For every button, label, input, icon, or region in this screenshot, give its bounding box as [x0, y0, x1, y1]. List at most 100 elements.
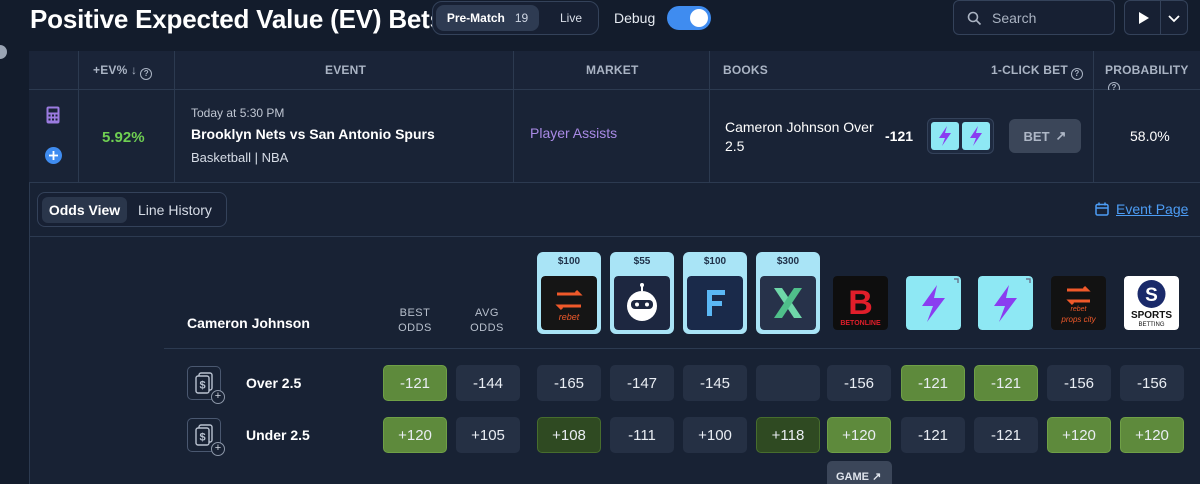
detail-tabs: Odds View Line History — [37, 192, 227, 227]
sidebar-collapse-handle[interactable] — [0, 45, 7, 59]
svg-text:rebet: rebet — [559, 312, 580, 322]
book-rebet[interactable]: $100 rebet — [537, 252, 601, 334]
calendar-icon — [1095, 202, 1109, 216]
svg-text:$: $ — [199, 432, 205, 444]
book-logos[interactable] — [927, 118, 994, 154]
header-event: EVENT — [325, 63, 367, 77]
book-odds-cell[interactable]: +120 — [827, 417, 891, 453]
book-odds-cell[interactable]: +118 — [756, 417, 820, 453]
book-odds-cell[interactable]: -121 — [901, 417, 965, 453]
header-market: MARKET — [586, 63, 639, 77]
rebet-logo-icon: rebet — [541, 276, 597, 330]
book-odds-cell[interactable]: -145 — [683, 365, 747, 401]
play-divider — [1160, 1, 1161, 34]
market-name: Player Assists — [530, 125, 618, 141]
help-icon[interactable]: ? — [1070, 68, 1083, 80]
svg-text:$: $ — [199, 380, 205, 392]
bet-slip-icon[interactable]: $ + — [187, 366, 225, 404]
propscity-logo-icon[interactable]: rebet props city — [1051, 276, 1106, 330]
book-odds-cell[interactable]: -121 — [901, 365, 965, 401]
page-title: Positive Expected Value (EV) Bets — [30, 4, 444, 34]
header-ev[interactable]: +EV% ↓? — [93, 63, 153, 80]
book-odds-cell[interactable]: -121 — [974, 417, 1038, 453]
lightning-book-logo-icon[interactable] — [906, 276, 961, 330]
search-icon — [967, 11, 982, 26]
match-type-segment: Pre-Match 19 Live — [432, 1, 599, 35]
books-odds: -121 — [885, 128, 914, 144]
game-button[interactable]: GAME ↗ — [827, 461, 892, 484]
book-fliff[interactable]: $100 — [683, 252, 747, 334]
svg-text:B: B — [848, 284, 873, 322]
best-odds-cell[interactable]: +120 — [383, 417, 447, 453]
one-click-bet-button[interactable]: BET ↗ — [1009, 119, 1081, 153]
svg-text:rebet: rebet — [1071, 306, 1088, 313]
tab-line-history[interactable]: Line History — [138, 202, 212, 218]
book-odds-cell[interactable]: +120 — [1120, 417, 1184, 453]
books-line: Cameron Johnson Over 2.5 — [725, 119, 874, 154]
bet-slip-icon[interactable]: $ + — [187, 418, 225, 456]
svg-text:S: S — [1145, 285, 1158, 306]
book-odds-cell[interactable]: -147 — [610, 365, 674, 401]
book-robot[interactable]: $55 — [610, 252, 674, 334]
book-odds-cell[interactable]: -111 — [610, 417, 674, 453]
dollar-icon: $ — [195, 424, 213, 446]
book-odds-cell[interactable]: +108 — [537, 417, 601, 453]
avg-odds-cell: +105 — [456, 417, 520, 453]
play-icon — [1139, 12, 1149, 24]
external-link-icon: ↗ — [1055, 128, 1067, 143]
segment-pre-match-count: 19 — [514, 11, 529, 25]
book-odds-cell[interactable]: -165 — [537, 365, 601, 401]
event-time: Today at 5:30 PM — [191, 106, 285, 120]
segment-pre-match-label: Pre-Match — [446, 11, 505, 25]
book-odds-cell[interactable] — [756, 365, 820, 401]
event-page-link[interactable]: Event Page — [1116, 201, 1188, 217]
svg-text:SPORTS: SPORTS — [1131, 310, 1172, 321]
betonline-logo-icon[interactable]: BBETONLINE — [833, 276, 888, 330]
dollar-icon: $ — [195, 372, 213, 394]
lightning-book-icon — [962, 122, 990, 150]
debug-label: Debug — [614, 10, 656, 26]
ev-value: 5.92% — [102, 129, 145, 146]
search-input[interactable]: Search — [953, 0, 1115, 35]
external-link-icon: ↗ — [872, 471, 882, 483]
book-odds-cell[interactable]: -156 — [1120, 365, 1184, 401]
table-header: +EV% ↓? EVENT MARKET BOOKS 1-CLICK BET? … — [29, 51, 1200, 94]
segment-live[interactable]: Live — [560, 11, 582, 25]
svg-text:BETTING: BETTING — [1138, 322, 1164, 328]
x-book-logo-icon — [760, 276, 816, 330]
event-league: Basketball | NBA — [191, 150, 289, 165]
svg-text:props city: props city — [1060, 315, 1096, 324]
book-odds-cell[interactable]: +120 — [1047, 417, 1111, 453]
event-name[interactable]: Brooklyn Nets vs San Antonio Spurs — [191, 126, 435, 142]
best-odds-header: BEST ODDS — [398, 307, 432, 334]
toggle-knob — [690, 9, 708, 27]
tab-odds-view[interactable]: Odds View — [42, 197, 127, 223]
lightning-book-logo-icon[interactable] — [978, 276, 1033, 330]
fliff-logo-icon — [687, 276, 743, 330]
chevron-down-icon[interactable] — [1168, 15, 1180, 23]
book-odds-cell[interactable]: -121 — [974, 365, 1038, 401]
add-circle-icon[interactable] — [45, 147, 62, 164]
book-odds-cell[interactable]: +100 — [683, 417, 747, 453]
calculator-icon[interactable] — [46, 106, 60, 124]
book-x[interactable]: $300 — [756, 252, 820, 334]
segment-pre-match[interactable]: Pre-Match 19 — [436, 5, 539, 31]
line-label: Under 2.5 — [246, 427, 310, 443]
play-button[interactable] — [1124, 0, 1188, 35]
table-row[interactable]: 5.92% Today at 5:30 PM Brooklyn Nets vs … — [29, 90, 1200, 183]
promo-amount: $55 — [633, 256, 651, 267]
debug-toggle[interactable] — [667, 6, 711, 30]
promo-amount: $100 — [557, 256, 581, 267]
help-icon[interactable]: ? — [140, 68, 153, 80]
sports-betting-logo-icon[interactable]: S SPORTSBETTING — [1124, 276, 1179, 330]
header-one-click-bet: 1-CLICK BET? — [991, 63, 1083, 80]
book-odds-cell[interactable]: -156 — [1047, 365, 1111, 401]
plus-icon: + — [211, 442, 225, 456]
best-odds-cell[interactable]: -121 — [383, 365, 447, 401]
promo-amount: $300 — [776, 256, 800, 267]
sort-down-icon: ↓ — [131, 63, 138, 77]
promo-amount: $100 — [703, 256, 727, 267]
header-books: BOOKS — [723, 63, 769, 77]
book-odds-cell[interactable]: -156 — [827, 365, 891, 401]
plus-icon: + — [211, 390, 225, 404]
